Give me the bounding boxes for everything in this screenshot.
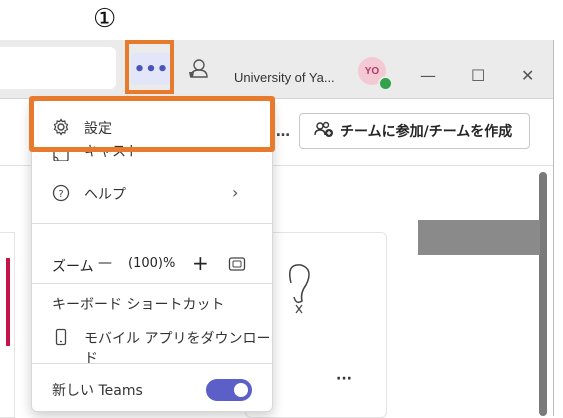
zoom-label: ズーム	[52, 259, 94, 275]
teams-more-options-button[interactable]: …	[276, 124, 291, 140]
activity-bell-icon[interactable]	[187, 58, 209, 84]
window-right-border	[553, 40, 554, 416]
phone-icon	[52, 328, 70, 346]
toggle-knob	[234, 383, 248, 397]
join-or-create-team-label: チームに参加/チームを作成	[340, 124, 513, 140]
minimize-button[interactable]: —	[420, 66, 436, 85]
zoom-in-button[interactable]: +	[192, 251, 209, 275]
new-teams-toggle[interactable]	[206, 379, 252, 401]
highlight-box-settings	[29, 96, 275, 152]
presence-status-icon	[378, 76, 393, 91]
title-bar: ••• University of Ya... YO — ☐ ✕	[0, 40, 553, 99]
menu-divider	[32, 363, 272, 364]
scrollbar[interactable]	[539, 172, 547, 416]
people-add-icon	[314, 121, 340, 141]
close-button[interactable]: ✕	[521, 66, 534, 85]
help-circle-icon: ?	[52, 184, 70, 202]
menu-item-help-label: ヘルプ	[84, 187, 126, 203]
search-box[interactable]	[0, 47, 116, 89]
menu-item-keyboard-shortcuts[interactable]: キーボード ショートカット	[32, 287, 272, 319]
zoom-level: (100)%	[128, 256, 176, 271]
zoom-out-button[interactable]: —	[98, 255, 112, 271]
team-card-more-button[interactable]: ···	[336, 371, 352, 387]
organization-name[interactable]: University of Ya...	[234, 70, 335, 85]
svg-text:?: ?	[58, 189, 63, 200]
menu-item-download-mobile[interactable]: モバイル アプリをダウンロード	[32, 321, 272, 367]
menu-divider	[32, 223, 272, 224]
gray-arrow-overlay	[418, 220, 540, 255]
menu-item-download-mobile-label: モバイル アプリをダウンロード	[84, 331, 271, 367]
join-or-create-team-button[interactable]: チームに参加/チームを作成	[299, 113, 530, 149]
zoom-row: ズーム — (100)% +	[32, 249, 272, 281]
menu-item-keyboard-shortcuts-label: キーボード ショートカット	[52, 297, 225, 313]
highlight-box-more-button	[125, 40, 174, 94]
menu-item-help[interactable]: ? ヘルプ ›	[32, 177, 272, 209]
maximize-button[interactable]: ☐	[471, 66, 485, 85]
chevron-right-icon: ›	[232, 183, 239, 202]
fullscreen-icon[interactable]	[228, 256, 246, 276]
team-card-accent	[6, 258, 10, 346]
menu-divider	[32, 283, 272, 284]
menu-item-new-teams-label: 新しい Teams	[52, 383, 143, 399]
annotation-number-1: ①	[93, 4, 117, 34]
team-card-illustration	[266, 253, 326, 327]
